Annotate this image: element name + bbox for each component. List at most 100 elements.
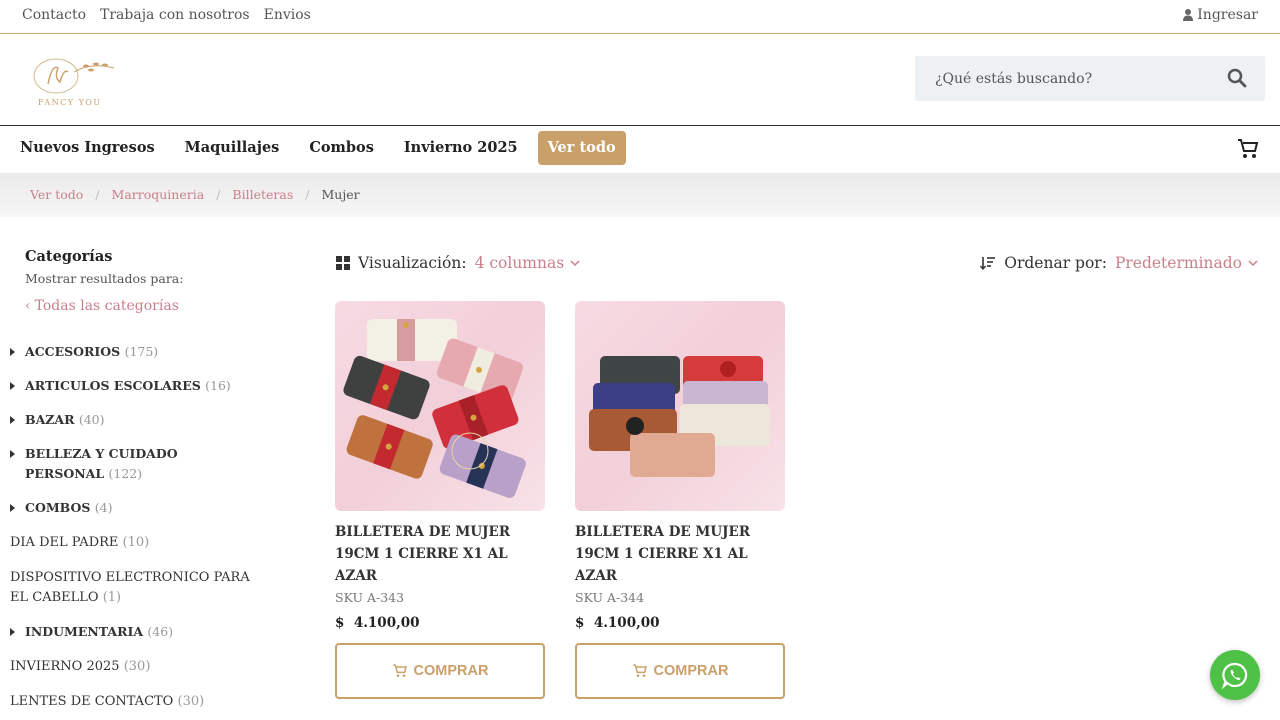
- product-currency: $: [575, 615, 585, 631]
- category-name: LENTES DE CONTACTO: [10, 694, 174, 709]
- all-categories-link[interactable]: ‹ Todas las categorías: [25, 298, 290, 314]
- category-count: (46): [147, 624, 174, 639]
- category-name: BAZAR: [25, 412, 75, 427]
- product-name[interactable]: BILLETERA DE MUJER 19CM 1 CIERRE X1 AL A…: [575, 521, 785, 587]
- login-label: Ingresar: [1197, 7, 1258, 23]
- nav-see-all-button[interactable]: Ver todo: [537, 131, 626, 165]
- sort-icon: [980, 257, 996, 270]
- category-name: ARTICULOS ESCOLARES: [25, 378, 201, 393]
- product-price: $ 4.100,00: [335, 615, 545, 631]
- breadcrumb-separator: /: [216, 187, 221, 202]
- product-image[interactable]: [335, 301, 545, 511]
- category-item[interactable]: DISPOSITIVO ELECTRONICO PARA EL CABELLO …: [10, 568, 250, 608]
- cart-icon[interactable]: [1236, 137, 1260, 161]
- breadcrumb-current: Mujer: [321, 187, 360, 202]
- category-count: (10): [122, 535, 150, 550]
- nav-winter-2025[interactable]: Invierno 2025: [404, 131, 518, 165]
- buy-button[interactable]: COMPRAR: [575, 643, 785, 699]
- top-bar: Contacto Trabaja con nosotros Envios Ing…: [0, 0, 1280, 34]
- nav-new-arrivals[interactable]: Nuevos Ingresos: [20, 131, 155, 165]
- buy-button[interactable]: COMPRAR: [335, 643, 545, 699]
- caret-right-icon: [10, 382, 15, 390]
- breadcrumb-see-all[interactable]: Ver todo: [30, 187, 83, 202]
- cart-icon: [632, 664, 647, 677]
- category-count: (30): [177, 694, 205, 709]
- sidebar-subtitle: Mostrar resultados para:: [25, 271, 184, 286]
- category-count: (30): [123, 659, 151, 674]
- grid-icon: [336, 256, 350, 270]
- view-label: Visualización:: [358, 254, 467, 272]
- product-price-value: 4.100,00: [353, 615, 420, 631]
- category-item[interactable]: BELLEZA Y CUIDADO PERSONAL (122): [10, 444, 260, 484]
- product-card: BILLETERA DE MUJER 19CM 1 CIERRE X1 AL A…: [335, 301, 545, 699]
- header: FANCY YOU: [0, 34, 1280, 126]
- category-name: BELLEZA Y CUIDADO PERSONAL: [25, 446, 178, 481]
- chevron-left-icon: ‹: [25, 298, 31, 314]
- breadcrumb-separator: /: [305, 187, 310, 202]
- product-image[interactable]: [575, 301, 785, 511]
- logo[interactable]: FANCY YOU: [16, 54, 120, 108]
- search-icon[interactable]: [1227, 68, 1247, 88]
- product-card: BILLETERA DE MUJER 19CM 1 CIERRE X1 AL A…: [575, 301, 785, 699]
- category-name: INVIERNO 2025: [10, 659, 120, 674]
- product-price: $ 4.100,00: [575, 615, 785, 631]
- contact-link[interactable]: Contacto: [22, 7, 86, 23]
- login-link[interactable]: Ingresar: [1183, 7, 1258, 23]
- category-sidebar: Categorías Mostrar resultados para: ‹ To…: [25, 248, 290, 314]
- category-name: INDUMENTARIA: [25, 624, 144, 639]
- category-name: COMBOS: [25, 500, 91, 515]
- buy-label: COMPRAR: [653, 663, 729, 679]
- category-item[interactable]: COMBOS (4): [10, 498, 260, 518]
- breadcrumb-wallets[interactable]: Billeteras: [232, 187, 293, 202]
- product-sku: SKU A-344: [575, 590, 645, 605]
- category-name: ACCESORIOS: [25, 344, 121, 359]
- product-currency: $: [335, 615, 345, 631]
- breadcrumb-leather-goods[interactable]: Marroquineria: [112, 187, 205, 202]
- category-item[interactable]: DIA DEL PADRE (10): [10, 533, 260, 553]
- caret-right-icon: [10, 348, 15, 356]
- user-icon: [1183, 9, 1194, 21]
- view-dropdown[interactable]: 4 columnas: [475, 254, 581, 272]
- breadcrumb-separator: /: [95, 187, 100, 202]
- whatsapp-button[interactable]: [1210, 650, 1260, 700]
- sort-label: Ordenar por:: [1004, 254, 1107, 272]
- nav-makeup[interactable]: Maquillajes: [185, 131, 280, 165]
- category-count: (16): [205, 378, 231, 393]
- category-count: (4): [94, 500, 113, 515]
- category-item[interactable]: ACCESORIOS (175): [10, 342, 260, 362]
- sort-value: Predeterminado: [1114, 254, 1242, 272]
- view-value: 4 columnas: [474, 254, 565, 272]
- category-count: (175): [124, 344, 159, 359]
- search-input[interactable]: [915, 56, 1215, 101]
- category-item[interactable]: BAZAR (40): [10, 410, 260, 430]
- caret-right-icon: [10, 628, 15, 636]
- logo-text: FANCY YOU: [38, 98, 102, 107]
- category-item[interactable]: LENTES DE CONTACTO (30): [10, 692, 260, 712]
- shipping-link[interactable]: Envios: [264, 7, 311, 23]
- main-nav: Nuevos Ingresos Maquillajes Combos Invie…: [0, 126, 1280, 173]
- work-with-us-link[interactable]: Trabaja con nosotros: [100, 7, 250, 23]
- category-name: DISPOSITIVO ELECTRONICO PARA EL CABELLO: [10, 570, 250, 605]
- caret-right-icon: [10, 416, 15, 424]
- product-name[interactable]: BILLETERA DE MUJER 19CM 1 CIERRE X1 AL A…: [335, 521, 545, 587]
- whatsapp-icon: [1221, 662, 1248, 689]
- category-count: (1): [102, 590, 122, 605]
- sort-selector: Ordenar por: Predeterminado: [980, 254, 1258, 272]
- product-sku: SKU A-343: [335, 590, 405, 605]
- category-item[interactable]: INVIERNO 2025 (30): [10, 657, 260, 677]
- category-name: DIA DEL PADRE: [10, 535, 119, 550]
- caret-right-icon: [10, 450, 15, 458]
- category-count: (122): [108, 466, 143, 481]
- sidebar-title: Categorías: [25, 248, 113, 265]
- sort-dropdown[interactable]: Predeterminado: [1115, 254, 1258, 272]
- nav-combos[interactable]: Combos: [309, 131, 374, 165]
- chevron-down-icon: [1248, 260, 1258, 266]
- caret-right-icon: [10, 504, 15, 512]
- product-price-value: 4.100,00: [593, 615, 660, 631]
- top-links: Contacto Trabaja con nosotros Envios: [22, 7, 311, 23]
- search-box: [915, 56, 1265, 101]
- category-item[interactable]: INDUMENTARIA (46): [10, 622, 260, 642]
- category-item[interactable]: ARTICULOS ESCOLARES (16): [10, 376, 260, 396]
- all-categories-label: Todas las categorías: [34, 298, 179, 314]
- breadcrumb: Ver todo / Marroquineria / Billeteras / …: [0, 173, 1280, 217]
